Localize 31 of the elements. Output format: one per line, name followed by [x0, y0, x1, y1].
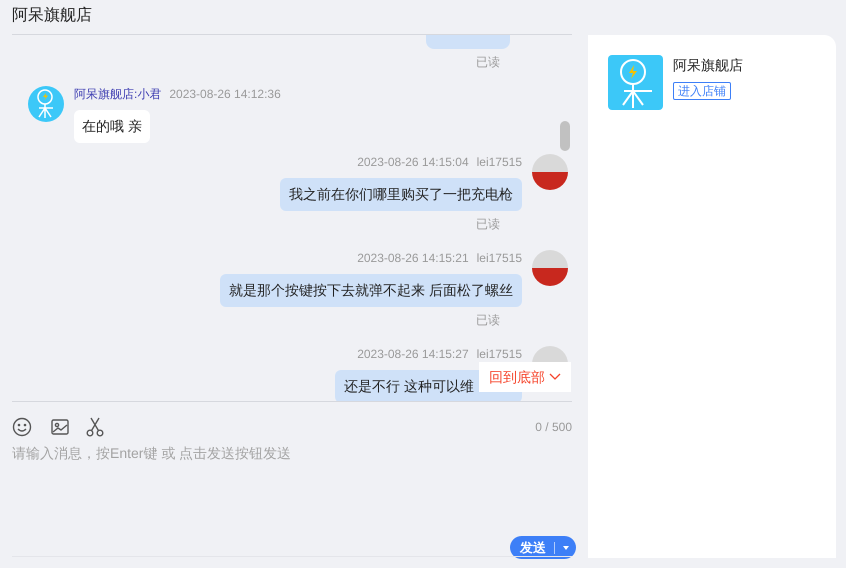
shop-name: 阿呆旗舰店: [673, 56, 743, 74]
sender-name: 阿呆旗舰店:小君: [74, 87, 162, 101]
message-time: 2023-08-26 14:15:27: [357, 347, 469, 361]
sender-name: lei17515: [476, 251, 522, 265]
back-to-bottom-button[interactable]: 回到底部: [479, 362, 571, 392]
shop-avatar-icon: [28, 86, 64, 122]
scrollbar[interactable]: [560, 121, 570, 151]
user-avatar: [532, 154, 568, 190]
chevron-down-icon: [549, 373, 561, 381]
emoji-icon[interactable]: [12, 417, 32, 437]
message-bubble: 在的哦 亲: [74, 110, 150, 143]
read-status: 已读: [476, 55, 500, 69]
message-time: 2023-08-26 14:15:04: [357, 155, 469, 169]
message-input-field[interactable]: 请输入消息，按Enter键 或 点击发送按钮发送: [12, 443, 572, 463]
caret-icon: [563, 546, 569, 550]
message-bubble: 我之前在你们哪里购买了一把充电枪: [280, 178, 522, 211]
character-counter: 0 / 500: [535, 419, 572, 436]
user-avatar: [532, 250, 568, 286]
message-bubble: 就是那个按键按下去就弹不起来 后面松了螺丝: [220, 274, 522, 307]
shop-logo-icon: [608, 55, 663, 110]
scissors-icon[interactable]: [86, 417, 104, 437]
sender-name: lei17515: [476, 347, 522, 361]
send-button[interactable]: 发送: [510, 536, 576, 559]
enter-shop-button[interactable]: 进入店铺: [673, 82, 731, 100]
message-time: 2023-08-26 14:12:36: [169, 87, 281, 101]
window-title: 阿呆旗舰店: [12, 6, 92, 26]
image-icon[interactable]: [51, 419, 69, 435]
message-time: 2023-08-26 14:15:21: [357, 251, 469, 265]
read-status: 已读: [476, 313, 500, 327]
sender-name: lei17515: [476, 155, 522, 169]
read-status: 已读: [476, 217, 500, 231]
